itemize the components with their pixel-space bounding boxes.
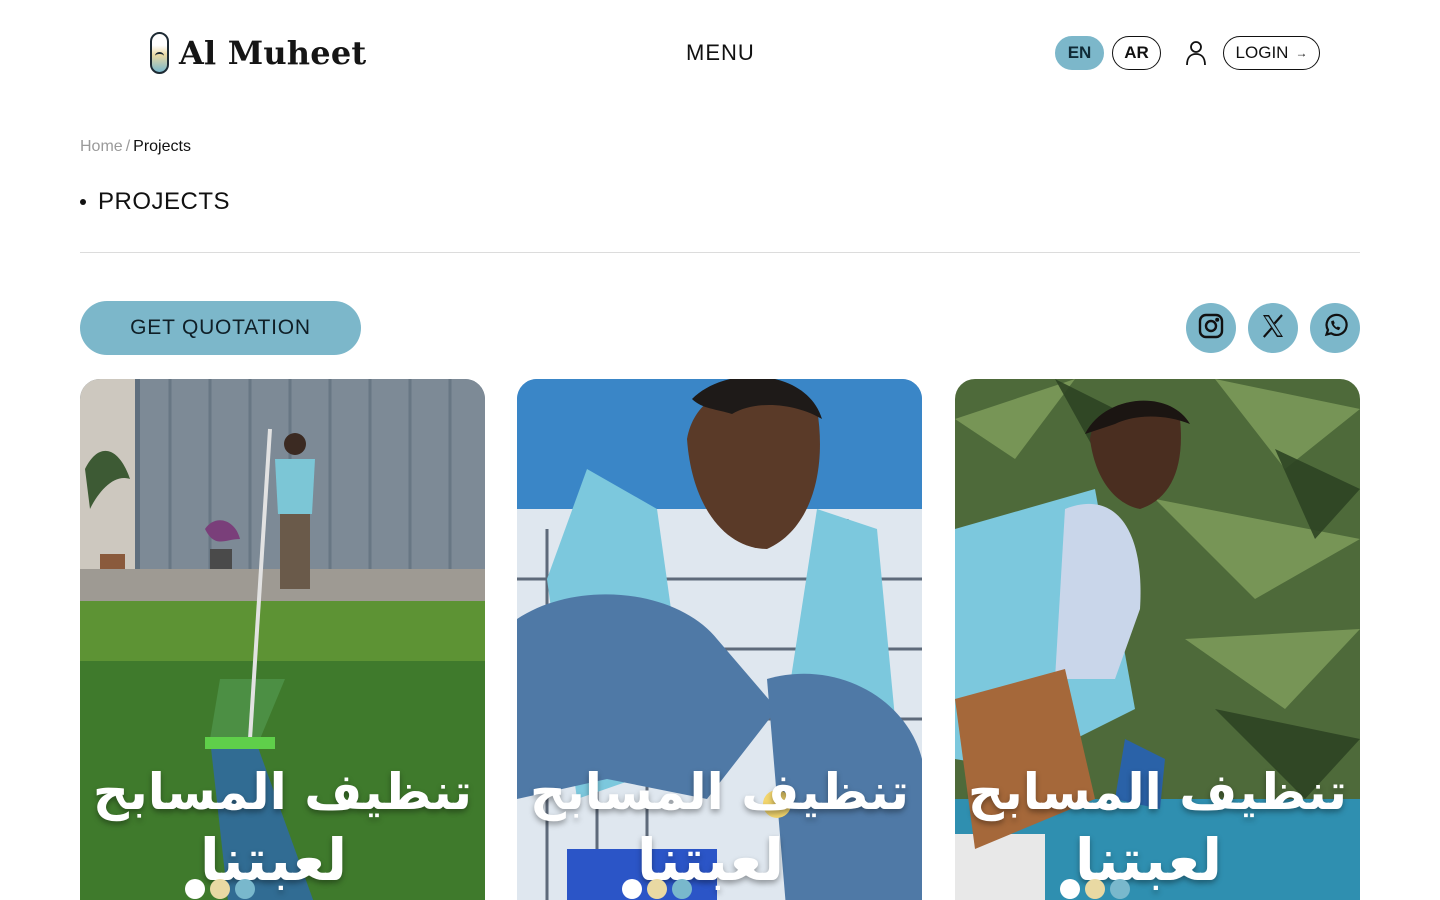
instagram-link[interactable] — [1186, 303, 1236, 353]
x-link[interactable] — [1248, 303, 1298, 353]
dot — [1085, 879, 1105, 899]
brand-dots — [1060, 879, 1130, 899]
site-logo[interactable]: Al Muheet — [150, 32, 366, 74]
caption-line-1: تنظيف المسابح — [967, 763, 1348, 821]
arrow-right-icon: → — [1295, 46, 1308, 60]
caption-line-1: تنظيف المسابح — [529, 763, 910, 821]
project-card[interactable]: تنظيف المسابح لعبتنا — [517, 379, 922, 900]
whatsapp-link[interactable] — [1310, 303, 1360, 353]
dot — [185, 879, 205, 899]
menu-button[interactable]: MENU — [686, 40, 755, 66]
card-caption: تنظيف المسابح لعبتنا — [80, 759, 485, 895]
whatsapp-icon — [1322, 313, 1348, 344]
caption-line-1: تنظيف المسابح — [92, 763, 473, 821]
dot — [210, 879, 230, 899]
caption-line-2: لعبتنا — [636, 826, 785, 894]
logo-text: Al Muheet — [179, 34, 367, 72]
brand-dots — [622, 879, 692, 899]
x-icon — [1260, 313, 1286, 344]
divider — [80, 252, 1360, 253]
lang-ar-button[interactable]: AR — [1112, 36, 1161, 70]
dot — [235, 879, 255, 899]
caption-line-2: لعبتنا — [199, 826, 348, 894]
page-title: PROJECTS — [80, 188, 230, 216]
brand-dots — [185, 879, 255, 899]
breadcrumb-separator: / — [125, 138, 131, 155]
login-button[interactable]: LOGIN → — [1223, 36, 1320, 70]
breadcrumb-home-link[interactable]: Home — [80, 138, 123, 155]
card-caption: تنظيف المسابح لعبتنا — [517, 759, 922, 895]
project-card[interactable]: تنظيف المسابح لعبتنا — [80, 379, 485, 900]
dot — [1110, 879, 1130, 899]
site-header: Al Muheet MENU EN AR LOGIN → — [0, 0, 1440, 105]
instagram-icon — [1198, 313, 1224, 344]
breadcrumb-current: Projects — [133, 138, 191, 155]
get-quotation-button[interactable]: GET QUOTATION — [80, 301, 361, 355]
logo-mark-icon — [150, 32, 169, 74]
user-icon[interactable] — [1185, 40, 1207, 66]
page-title-text: PROJECTS — [98, 188, 231, 215]
breadcrumb: Home / Projects — [80, 138, 191, 156]
dot — [1060, 879, 1080, 899]
lang-en-button[interactable]: EN — [1055, 36, 1104, 70]
caption-line-2: لعبتنا — [1074, 826, 1223, 894]
card-caption: تنظيف المسابح لعبتنا — [955, 759, 1360, 895]
dot — [672, 879, 692, 899]
dot — [647, 879, 667, 899]
login-label: LOGIN — [1235, 43, 1289, 62]
bullet-icon — [80, 199, 86, 205]
project-card[interactable]: تنظيف المسابح لعبتنا — [955, 379, 1360, 900]
dot — [622, 879, 642, 899]
